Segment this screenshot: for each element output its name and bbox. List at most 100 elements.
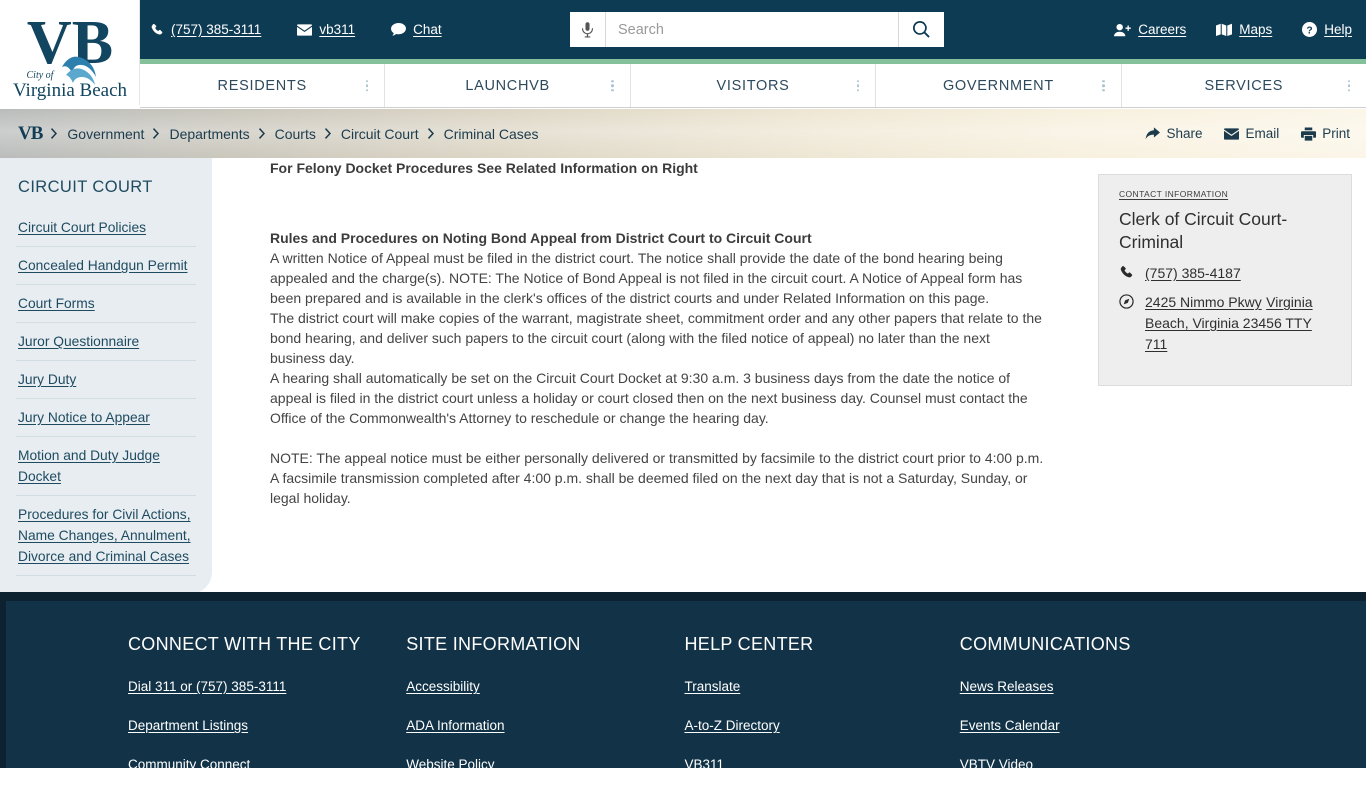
nav-item-residents[interactable]: RESIDENTS xyxy=(140,64,386,107)
header-phone-link[interactable]: (757) 385-3111 xyxy=(150,22,261,37)
footer-columns: CONNECT WITH THE CITY Dial 311 or (757) … xyxy=(0,634,1366,796)
chevron-right-icon xyxy=(427,128,435,139)
maps-label: Maps xyxy=(1239,22,1273,37)
nav-label-launchvb: LAUNCHVB xyxy=(465,77,550,94)
envelope-icon xyxy=(297,23,313,36)
main-navigation: RESIDENTS LAUNCHVB VISITORS GOVERNMENT S… xyxy=(140,64,1366,108)
page-body: CIRCUIT COURT Circuit Court Policies Con… xyxy=(0,158,1366,594)
share-label: Share xyxy=(1166,126,1203,141)
careers-link[interactable]: Careers xyxy=(1114,22,1186,37)
sidebar-item-concealed-handgun-permit[interactable]: Concealed Handgun Permit xyxy=(16,247,196,285)
nav-menu-dots-icon[interactable] xyxy=(365,79,369,92)
sidebar-item-motion-and-duty-judge-docket[interactable]: Motion and Duty Judge Docket xyxy=(16,437,196,496)
header-chat-link[interactable]: Chat xyxy=(391,22,442,37)
content-paragraph-4: NOTE: The appeal notice must be either p… xyxy=(270,450,1044,506)
sidebar-item-jury-duty[interactable]: Jury Duty xyxy=(16,361,196,399)
maps-link[interactable]: Maps xyxy=(1216,22,1272,37)
header-phone-label: (757) 385-3111 xyxy=(171,22,262,37)
site-logo[interactable]: VB City of Virginia Beach xyxy=(0,0,140,105)
help-label: Help xyxy=(1324,22,1352,37)
content-paragraph-1: A written Notice of Appeal must be filed… xyxy=(270,250,1023,306)
breadcrumb-item-departments[interactable]: Departments xyxy=(169,126,249,142)
footer-link-news-releases[interactable]: News Releases xyxy=(960,679,1238,694)
breadcrumb: VB Government Departments Courts Circuit… xyxy=(18,123,539,145)
search-input[interactable] xyxy=(606,12,898,47)
breadcrumb-bar: VB Government Departments Courts Circuit… xyxy=(0,109,1366,158)
site-footer: CONNECT WITH THE CITY Dial 311 or (757) … xyxy=(0,592,1366,772)
print-label: Print xyxy=(1322,126,1350,141)
svg-text:Virginia Beach: Virginia Beach xyxy=(12,80,127,101)
footer-link-ada-information[interactable]: ADA Information xyxy=(406,718,684,733)
nav-item-government[interactable]: GOVERNMENT xyxy=(876,64,1122,107)
nav-label-residents: RESIDENTS xyxy=(217,77,307,94)
chevron-right-icon xyxy=(324,128,332,139)
page-actions: Share Email Print xyxy=(1145,126,1350,141)
footer-link-vbtv-video[interactable]: VBTV Video xyxy=(960,757,1238,772)
breadcrumb-item-criminal-cases[interactable]: Criminal Cases xyxy=(444,126,539,142)
breadcrumb-item-circuit-court[interactable]: Circuit Court xyxy=(341,126,419,142)
careers-label: Careers xyxy=(1138,22,1187,37)
breadcrumb-home-icon[interactable]: VB xyxy=(18,123,43,145)
virginia-beach-logo-icon: VB City of Virginia Beach xyxy=(12,9,127,101)
help-link[interactable]: ? Help xyxy=(1302,22,1352,37)
print-button[interactable]: Print xyxy=(1301,126,1350,141)
search-icon xyxy=(913,21,930,38)
footer-link-website-policy[interactable]: Website Policy xyxy=(406,757,684,772)
sidebar-title: CIRCUIT COURT xyxy=(18,178,153,196)
nav-menu-dots-icon[interactable] xyxy=(611,79,614,92)
sidebar-item-court-forms[interactable]: Court Forms xyxy=(16,285,196,323)
footer-link-department-listings[interactable]: Department Listings xyxy=(128,718,406,733)
search-submit-button[interactable] xyxy=(898,12,944,47)
contact-phone-link[interactable]: (757) 385-4187 xyxy=(1145,263,1241,284)
breadcrumb-item-government[interactable]: Government xyxy=(67,126,144,142)
footer-link-events-calendar[interactable]: Events Calendar xyxy=(960,718,1238,733)
sidebar-item-circuit-court-policies[interactable]: Circuit Court Policies xyxy=(16,209,196,247)
section-sidebar: CIRCUIT COURT Circuit Court Policies Con… xyxy=(0,158,212,594)
content-paragraph-3: A hearing shall automatically be set on … xyxy=(270,370,1028,426)
nav-item-services[interactable]: SERVICES xyxy=(1122,64,1366,107)
header-utility-links: Careers Maps ? Help xyxy=(1114,0,1352,59)
footer-column-title: HELP CENTER xyxy=(684,634,814,654)
email-label: Email xyxy=(1245,126,1280,141)
footer-link-dial-311[interactable]: Dial 311 or (757) 385-3111 xyxy=(128,679,406,694)
footer-column-site-information: SITE INFORMATION Accessibility ADA Infor… xyxy=(406,634,684,796)
footer-column-title: COMMUNICATIONS xyxy=(959,634,1131,654)
footer-column-help-center: HELP CENTER Translate A-to-Z Directory V… xyxy=(684,634,959,796)
footer-link-accessibility[interactable]: Accessibility xyxy=(406,679,684,694)
content-heading: For Felony Docket Procedures See Related… xyxy=(270,160,698,176)
content-subheading: Rules and Procedures on Noting Bond Appe… xyxy=(270,230,812,246)
compass-icon xyxy=(1119,292,1136,355)
sidebar-item-procedures-for-civil-actions[interactable]: Procedures for Civil Actions, Name Chang… xyxy=(16,496,196,576)
contact-address-line1[interactable]: 2425 Nimmo Pkwy xyxy=(1145,294,1262,310)
nav-menu-dots-icon[interactable] xyxy=(1347,79,1351,92)
chevron-right-icon xyxy=(153,128,160,139)
content-paragraph-2: The district court will make copies of t… xyxy=(270,310,1042,366)
footer-link-community-connect[interactable]: Community Connect xyxy=(128,757,406,772)
phone-icon xyxy=(150,23,164,37)
nav-label-visitors: VISITORS xyxy=(716,77,790,94)
nav-label-services: SERVICES xyxy=(1204,77,1284,94)
footer-link-translate[interactable]: Translate xyxy=(684,679,959,694)
email-button[interactable]: Email xyxy=(1224,126,1279,141)
nav-item-launchvb[interactable]: LAUNCHVB xyxy=(385,64,631,107)
contact-card-title: Clerk of Circuit Court-Criminal xyxy=(1119,209,1288,252)
sidebar-item-juror-questionnaire[interactable]: Juror Questionnaire xyxy=(16,323,196,361)
footer-link-vb311[interactable]: VB311 xyxy=(684,757,959,772)
map-icon xyxy=(1216,23,1233,37)
nav-label-government: GOVERNMENT xyxy=(942,77,1054,94)
user-plus-icon xyxy=(1114,23,1132,37)
sidebar-item-jury-notice-to-appear[interactable]: Jury Notice to Appear xyxy=(16,399,196,437)
header-vb311-link[interactable]: vb311 xyxy=(297,22,355,37)
phone-icon xyxy=(1119,263,1136,284)
svg-text:?: ? xyxy=(1307,25,1313,36)
share-button[interactable]: Share xyxy=(1145,126,1202,141)
content-gap xyxy=(270,428,1046,448)
nav-menu-dots-icon[interactable] xyxy=(856,79,860,92)
breadcrumb-item-courts[interactable]: Courts xyxy=(275,126,316,142)
nav-item-visitors[interactable]: VISITORS xyxy=(631,64,877,107)
contact-address-block: 2425 Nimmo Pkwy Virginia Beach, Virginia… xyxy=(1145,292,1335,355)
nav-menu-dots-icon[interactable] xyxy=(1102,79,1105,92)
voice-search-button[interactable] xyxy=(570,12,606,47)
chat-bubble-icon xyxy=(391,22,407,37)
footer-link-a-to-z-directory[interactable]: A-to-Z Directory xyxy=(684,718,959,733)
